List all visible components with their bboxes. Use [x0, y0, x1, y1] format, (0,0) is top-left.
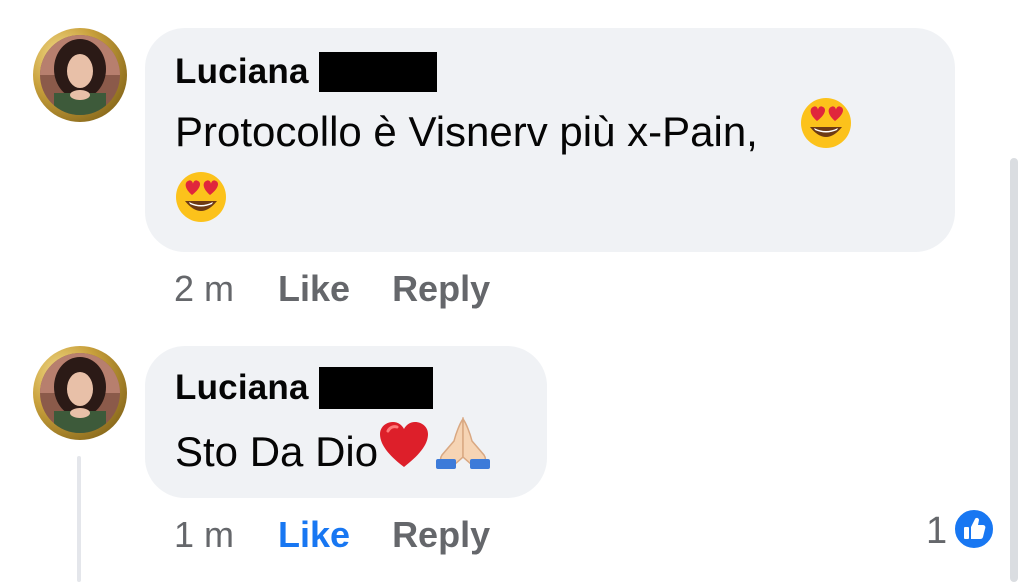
- comment-text: Protocollo è Visnerv più x-Pain,: [175, 108, 758, 155]
- comment-actions: 1 m Like Reply: [174, 512, 490, 558]
- reaction-count: 1: [926, 510, 948, 552]
- like-button[interactable]: Like: [278, 514, 350, 556]
- thumbs-up-icon: [953, 508, 996, 555]
- red-heart-emoji: [378, 417, 430, 493]
- comment-header: Luciana: [175, 50, 437, 94]
- redacted-surname: [318, 52, 437, 92]
- thread-line: [77, 456, 81, 582]
- heart-eyes-emoji: [175, 171, 227, 247]
- comment-header: Luciana: [175, 366, 433, 410]
- scrollbar[interactable]: [1010, 158, 1018, 582]
- heart-eyes-emoji: [800, 97, 852, 173]
- author-name[interactable]: Luciana: [175, 52, 309, 92]
- author-name[interactable]: Luciana: [175, 368, 309, 408]
- comment-text-line: Sto Da Dio: [175, 414, 492, 493]
- like-button[interactable]: Like: [278, 268, 350, 310]
- reply-button[interactable]: Reply: [392, 268, 490, 310]
- timestamp[interactable]: 2 m: [174, 268, 234, 310]
- comment-text-line: Protocollo è Visnerv più x-Pain,: [175, 94, 852, 173]
- comment-bubble: Luciana Protocollo è Visnerv più x-Pain,: [145, 28, 955, 252]
- comments-thread: Luciana Protocollo è Visnerv più x-Pain,: [0, 0, 1024, 582]
- avatar[interactable]: [33, 346, 127, 440]
- avatar[interactable]: [33, 28, 127, 122]
- folded-hands-emoji: [434, 416, 492, 493]
- timestamp[interactable]: 1 m: [174, 514, 234, 556]
- reaction-summary[interactable]: 1: [926, 508, 996, 555]
- comment-actions: 2 m Like Reply: [174, 266, 490, 312]
- comment-text-line-2: [175, 168, 227, 247]
- comment-bubble: Luciana Sto Da Dio: [145, 346, 547, 498]
- avatar-photo: [40, 35, 120, 115]
- comment-text: Sto Da Dio: [175, 428, 379, 475]
- redacted-surname: [318, 367, 433, 409]
- reply-button[interactable]: Reply: [392, 514, 490, 556]
- avatar-photo: [40, 353, 120, 433]
